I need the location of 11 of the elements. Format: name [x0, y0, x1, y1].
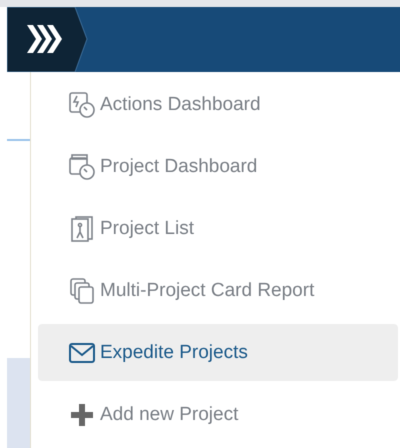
- gauge-icon: [68, 91, 96, 120]
- document-stack-icon: [68, 215, 96, 244]
- chevrons-logo-icon[interactable]: [7, 7, 89, 72]
- menu-item[interactable]: Add new Project: [38, 386, 398, 443]
- menu-item[interactable]: Project Dashboard: [38, 138, 398, 196]
- menu-item[interactable]: Actions Dashboard: [38, 77, 398, 134]
- menu-item[interactable]: Project List: [38, 200, 398, 258]
- cards-icon: [68, 276, 96, 305]
- menu-item[interactable]: Multi-Project Card Report: [38, 262, 398, 320]
- gauge-icon: [68, 153, 96, 182]
- menu-item[interactable]: Expedite Projects: [38, 324, 398, 382]
